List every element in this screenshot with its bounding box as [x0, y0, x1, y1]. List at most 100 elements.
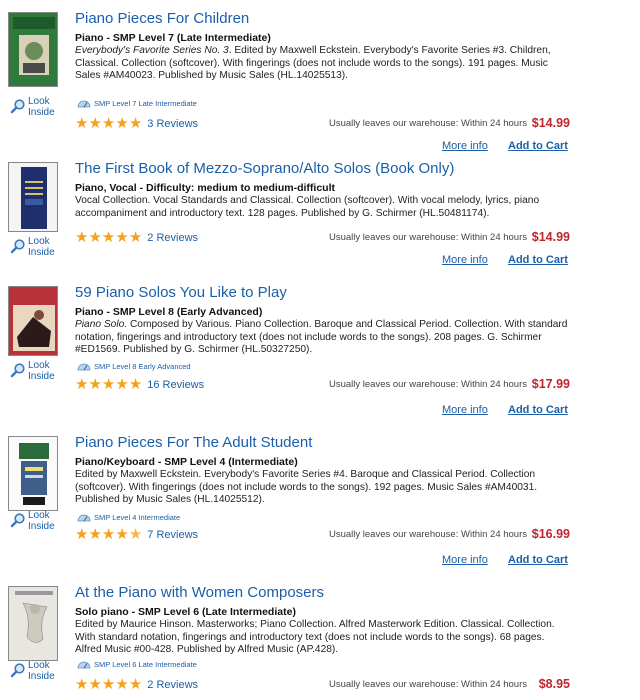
add-to-cart-link[interactable]: Add to Cart: [508, 140, 568, 152]
magnifier-icon: [10, 663, 25, 678]
product-description: Everybody's Favorite Series No. 3. Edite…: [75, 45, 570, 83]
level-badge-label: SMP Level 7 Late Intermediate: [94, 99, 197, 108]
add-to-cart-link[interactable]: Add to Cart: [508, 554, 568, 566]
product-price: $17.99: [531, 377, 570, 391]
more-info-link[interactable]: More info: [442, 140, 488, 152]
product-title-link[interactable]: Piano Pieces For The Adult Student: [75, 434, 575, 452]
product-thumbnail[interactable]: [8, 286, 58, 356]
reviews-link[interactable]: 3 Reviews: [147, 118, 198, 130]
book-cover-art: [9, 163, 57, 231]
product-thumbnail[interactable]: [8, 162, 58, 232]
product-content: At the Piano with Women Composers Solo pi…: [75, 584, 575, 657]
product-price: $14.99: [531, 116, 570, 130]
product-title-link[interactable]: The First Book of Mezzo-Soprano/Alto Sol…: [75, 160, 575, 178]
reviews-link[interactable]: 16 Reviews: [147, 379, 204, 391]
add-to-cart-link[interactable]: Add to Cart: [508, 254, 568, 266]
product-description: Vocal Collection. Vocal Standards and Cl…: [75, 195, 570, 220]
look-inside-link[interactable]: Look Inside: [10, 96, 68, 118]
star-icon: ★: [101, 229, 116, 246]
product-subtitle: Solo piano - SMP Level 6 (Late Intermedi…: [75, 606, 296, 618]
product-item: Look Inside Piano Pieces For Children Pian…: [0, 10, 640, 160]
look-inside-link[interactable]: Look Inside: [10, 236, 68, 258]
level-badge[interactable]: SMP Level 4 Intermediate: [77, 513, 180, 522]
product-thumbnail[interactable]: [8, 12, 58, 87]
look-inside-label: Look Inside: [28, 510, 55, 532]
rating-stars: ★ ★ ★ ★ ★ 16 Reviews: [75, 377, 204, 392]
product-thumbnail[interactable]: [8, 586, 58, 661]
product-price: $16.99: [531, 527, 570, 541]
product-thumbnail[interactable]: [8, 436, 58, 511]
description-series-name: Everybody's Favorite Series No. 3: [75, 45, 229, 56]
description-series-name: Piano Solo: [75, 319, 125, 330]
level-badge[interactable]: SMP Level 7 Late Intermediate: [77, 99, 197, 108]
product-item: Look Inside Piano Pieces For The Adult St…: [0, 434, 640, 584]
shipping-status: Usually leaves our warehouse: Within 24 …: [328, 118, 527, 129]
look-inside-label: Look Inside: [28, 96, 55, 118]
book-cover-art: [9, 587, 57, 660]
star-icon: ★: [128, 676, 143, 693]
star-icon: ★: [115, 229, 129, 246]
description-text: Edited by Maurice Hinson. Masterworks; P…: [75, 619, 555, 656]
star-icon: ★: [101, 115, 116, 132]
star-icon: ★: [101, 526, 116, 543]
rating-stars: ★ ★ ★ ★ ★ 3 Reviews: [75, 116, 198, 131]
star-icon: ★: [75, 526, 89, 543]
magnifier-icon: [10, 99, 25, 114]
product-title-link[interactable]: 59 Piano Solos You Like to Play: [75, 284, 575, 302]
star-icon: ★: [128, 115, 143, 132]
product-title-link[interactable]: Piano Pieces For Children: [75, 10, 575, 28]
level-meter-icon: [77, 514, 91, 521]
star-icon: ★: [101, 676, 116, 693]
description-text: . Composed by Various. Piano Collection.…: [75, 319, 568, 356]
level-meter-icon: [77, 363, 91, 370]
book-cover-art: [9, 287, 57, 355]
description-text: Vocal Collection. Vocal Standards and Cl…: [75, 195, 540, 219]
rating-stars: ★ ★ ★ ★ ★ 2 Reviews: [75, 230, 198, 245]
magnifier-icon: [10, 239, 25, 254]
magnifier-icon: [10, 513, 25, 528]
star-icon: ★: [75, 676, 89, 693]
magnifier-icon: [10, 363, 25, 378]
level-badge-label: SMP Level 6 Late Intermediate: [94, 660, 197, 669]
star-icon: ★: [88, 676, 102, 693]
book-cover-art: [9, 437, 57, 510]
level-badge[interactable]: SMP Level 8 Early Advanced: [77, 362, 191, 371]
product-subtitle: Piano - SMP Level 8 (Early Advanced): [75, 306, 263, 318]
reviews-link[interactable]: 7 Reviews: [147, 529, 198, 541]
look-inside-label: Look Inside: [28, 660, 55, 682]
look-inside-link[interactable]: Look Inside: [10, 360, 68, 382]
rating-stars: ★ ★ ★ ★ ★ 2 Reviews: [75, 677, 198, 692]
star-icon: ★: [88, 376, 102, 393]
level-badge[interactable]: SMP Level 6 Late Intermediate: [77, 660, 197, 669]
add-to-cart-link[interactable]: Add to Cart: [508, 404, 568, 416]
product-content: The First Book of Mezzo-Soprano/Alto Sol…: [75, 160, 575, 220]
star-icon: ★: [75, 115, 89, 132]
star-icon: ★: [75, 376, 89, 393]
look-inside-link[interactable]: Look Inside: [10, 660, 68, 682]
level-meter-icon: [77, 100, 91, 107]
rating-stars: ★ ★ ★ ★ ★ 7 Reviews: [75, 527, 198, 542]
reviews-link[interactable]: 2 Reviews: [147, 679, 198, 691]
product-subtitle: Piano, Vocal - Difficulty: medium to med…: [75, 182, 335, 194]
product-description: Edited by Maurice Hinson. Masterworks; P…: [75, 619, 570, 657]
shipping-status: Usually leaves our warehouse: Within 24 …: [328, 529, 527, 540]
product-title-link[interactable]: At the Piano with Women Composers: [75, 584, 575, 602]
product-content: Piano Pieces For The Adult Student Piano/…: [75, 434, 575, 507]
star-icon: ★: [101, 376, 116, 393]
shipping-status: Usually leaves our warehouse: Within 24 …: [328, 679, 527, 690]
product-item: Look Inside 59 Piano Solos You Like to Pl…: [0, 284, 640, 434]
product-subtitle: Piano - SMP Level 7 (Late Intermediate): [75, 32, 271, 44]
product-content: 59 Piano Solos You Like to Play Piano - S…: [75, 284, 575, 357]
product-item: Look Inside At the Piano with Women Compo…: [0, 584, 640, 700]
more-info-link[interactable]: More info: [442, 554, 488, 566]
reviews-link[interactable]: 2 Reviews: [147, 232, 198, 244]
more-info-link[interactable]: More info: [442, 254, 488, 266]
star-icon: ★: [128, 526, 143, 543]
look-inside-link[interactable]: Look Inside: [10, 510, 68, 532]
level-meter-icon: [77, 661, 91, 668]
star-icon: ★: [88, 115, 102, 132]
more-info-link[interactable]: More info: [442, 404, 488, 416]
book-cover-art: [9, 13, 57, 86]
star-icon: ★: [115, 115, 129, 132]
look-inside-label: Look Inside: [28, 236, 55, 258]
